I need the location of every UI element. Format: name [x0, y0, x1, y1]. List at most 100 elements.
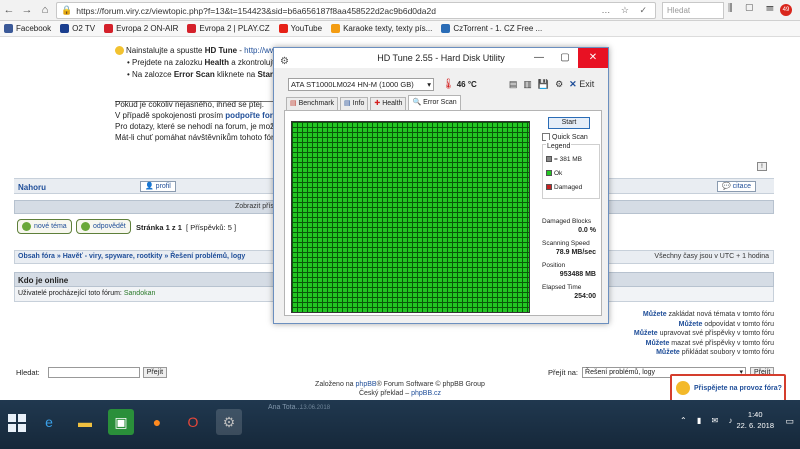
reply-icon — [81, 222, 90, 231]
ghost-title: Ana Tota... — [268, 404, 302, 411]
bookmark-label: Facebook — [16, 24, 52, 33]
toolbar-icons[interactable]: ⫼ ▢ ☰ — [728, 3, 779, 14]
permission-item: Můžete upravovat své příspěvky v tomto f… — [633, 330, 774, 338]
bookmark-favicon-icon — [60, 24, 70, 33]
bookmark-label: CzTorrent - 1. CZ Free ... — [453, 24, 543, 33]
system-tray-icons[interactable]: ⌃ ▮ ✉ ♪ — [680, 416, 736, 425]
browser-search-input[interactable]: Hledat — [662, 2, 724, 19]
exit-icon: ✕ — [569, 78, 577, 89]
hdtune-window: ⚙ HD Tune 2.55 - Hard Disk Utility — ▢ ✕… — [273, 47, 609, 324]
drive-select[interactable]: ATA ST1000LM024 HN-M (1000 GB) — [288, 77, 434, 91]
permission-item: Můžete mazat své příspěvky v tomto fóru — [645, 339, 774, 347]
smile-icon — [115, 46, 124, 56]
firefox-icon[interactable]: ● — [144, 409, 170, 435]
magnifier-icon: 🔍 — [412, 99, 422, 106]
bookmark-item[interactable]: CzTorrent - 1. CZ Free ... — [441, 24, 542, 33]
donate-icon — [676, 381, 690, 395]
close-icon[interactable]: ✕ — [578, 48, 608, 68]
home-icon[interactable]: ⌂ — [36, 1, 54, 19]
forum-search-button[interactable]: Přejít — [142, 367, 168, 378]
scan-block-grid — [291, 121, 530, 313]
phpbb-link[interactable]: phpBB — [356, 381, 377, 388]
bookmark-label: Evropa 2 | PLAY.CZ — [199, 24, 270, 33]
bookmark-favicon-icon — [278, 24, 288, 33]
clock[interactable]: 1:40 22. 6. 2018 — [736, 409, 774, 431]
notification-badge[interactable]: 49 — [780, 4, 792, 16]
hdtune-toolbar: ATA ST1000LM024 HN-M (1000 GB) 🌡 46 °C ▤… — [288, 77, 600, 91]
address-bar[interactable]: 🔒 https://forum.viry.cz/viewtopic.php?f=… — [56, 2, 656, 19]
scanning-speed-value: 78.9 MB/sec — [555, 248, 596, 256]
start-button[interactable]: Start — [548, 117, 590, 129]
bookmark-item[interactable]: Facebook — [4, 24, 51, 33]
error-scan-panel: Start Quick Scan Legend = 381 MB Ok Dama… — [284, 110, 602, 316]
lock-icon: 🔒 — [61, 5, 73, 15]
copy-info-icon[interactable]: ▤ — [509, 79, 518, 90]
copy-screenshot-icon[interactable]: ▥ — [523, 79, 532, 90]
signature: Pokud je cokoliv nejasného, ihned se pte… — [115, 100, 285, 142]
save-icon[interactable]: 💾 — [538, 79, 549, 90]
bookmark-label: Karaoke texty, texty pís... — [343, 24, 433, 33]
exit-button[interactable]: ✕ Exit — [569, 79, 594, 90]
reply-button[interactable]: odpovědět — [76, 219, 131, 234]
bookmark-favicon-icon — [4, 24, 13, 33]
bookmark-item[interactable]: Karaoke texty, texty pís... — [331, 24, 432, 33]
post-content: Nainstalujte a spustte HD Tune - http://… — [115, 45, 285, 81]
back-icon[interactable]: ← — [0, 1, 18, 19]
store-icon[interactable]: ▣ — [108, 409, 134, 435]
options-icon[interactable]: ⚙ — [555, 79, 563, 90]
ie-icon[interactable]: e — [36, 409, 62, 435]
hdtune-titlebar[interactable]: ⚙ HD Tune 2.55 - Hard Disk Utility — ▢ ✕ — [274, 48, 608, 68]
damaged-swatch — [546, 184, 552, 190]
hdtune-tabs: ▤ Benchmark ▤ Info ✚ Health 🔍 Error Scan — [286, 95, 463, 111]
forum-search-input[interactable] — [47, 367, 140, 378]
info-icon: ▤ — [344, 100, 351, 107]
tab-error-scan[interactable]: 🔍 Error Scan — [408, 95, 461, 110]
report-icon[interactable]: ! — [757, 162, 767, 171]
benchmark-icon: ▤ — [290, 100, 297, 107]
temperature-value: 46 °C — [456, 79, 477, 89]
tab-health[interactable]: ✚ Health — [370, 97, 407, 110]
hdtune-app-icon: ⚙ — [280, 56, 289, 67]
address-actions-icon[interactable]: … ☆ ✓ — [601, 5, 651, 16]
bookmark-item[interactable]: O2 TV — [60, 24, 95, 33]
scan-stats: Damaged Blocks 0.0 % Scanning Speed 78.9… — [542, 218, 596, 300]
maximize-icon[interactable]: ▢ — [552, 48, 578, 68]
windows-start-icon[interactable] — [8, 414, 26, 432]
minimize-icon[interactable]: — — [526, 48, 552, 68]
browser-toolbar: ← → ⌂ 🔒 https://forum.viry.cz/viewtopic.… — [0, 0, 800, 21]
page-info: Stránka 1 z 1 [ Příspěvků: 5 ] — [136, 223, 237, 232]
thermometer-icon: 🌡 — [442, 78, 455, 90]
bookmark-label: Evropa 2 ON-AIR — [116, 24, 179, 33]
legend: Legend = 381 MB Ok Damaged — [542, 140, 600, 199]
bookmark-label: O2 TV — [72, 24, 96, 33]
bookmark-label: YouTube — [290, 24, 323, 33]
profile-button[interactable]: 👤 profil — [140, 181, 176, 192]
hdtune-title: HD Tune 2.55 - Hard Disk Utility — [377, 53, 505, 63]
phpbb-cz-link[interactable]: phpBB.cz — [411, 390, 441, 397]
file-explorer-icon[interactable]: ▬ — [72, 409, 98, 435]
online-user-link[interactable]: Sandokan — [124, 290, 156, 297]
opera-icon[interactable]: O — [180, 409, 206, 435]
new-topic-button[interactable]: nové téma — [17, 219, 72, 234]
action-center-icon[interactable]: ▭ — [785, 416, 794, 427]
bookmark-item[interactable]: Evropa 2 | PLAY.CZ — [187, 24, 270, 33]
bookmark-favicon-icon — [331, 24, 341, 33]
bookmark-item[interactable]: Evropa 2 ON-AIR — [104, 24, 178, 33]
address-url: https://forum.viry.cz/viewtopic.php?f=13… — [76, 5, 436, 16]
timezone-info: Všechny časy jsou v UTC + 1 hodina — [654, 253, 769, 260]
position-value: 953488 MB — [559, 270, 596, 278]
quote-button[interactable]: 💬 citace — [717, 181, 756, 192]
tab-info[interactable]: ▤ Info — [340, 97, 369, 110]
forward-icon[interactable]: → — [18, 1, 36, 19]
ghost-date: 13.06.2018 — [300, 405, 331, 411]
block-size-swatch — [546, 156, 552, 162]
scan-controls: Start Quick Scan Legend = 381 MB Ok Dama… — [542, 117, 600, 199]
hdtune-taskbar-icon[interactable]: ⚙ — [216, 409, 242, 435]
back-to-top-link[interactable]: Nahoru — [18, 183, 46, 192]
new-topic-icon — [22, 222, 31, 231]
tab-benchmark[interactable]: ▤ Benchmark — [286, 97, 339, 110]
donate-promo[interactable]: Přispějete na provoz fóra? — [670, 374, 786, 402]
bookmark-item[interactable]: YouTube — [278, 24, 323, 33]
permission-item: Můžete odpovídat v tomto fóru — [678, 320, 774, 328]
bookmarks-bar: Facebook O2 TV Evropa 2 ON-AIR Evropa 2 | P… — [0, 21, 800, 37]
